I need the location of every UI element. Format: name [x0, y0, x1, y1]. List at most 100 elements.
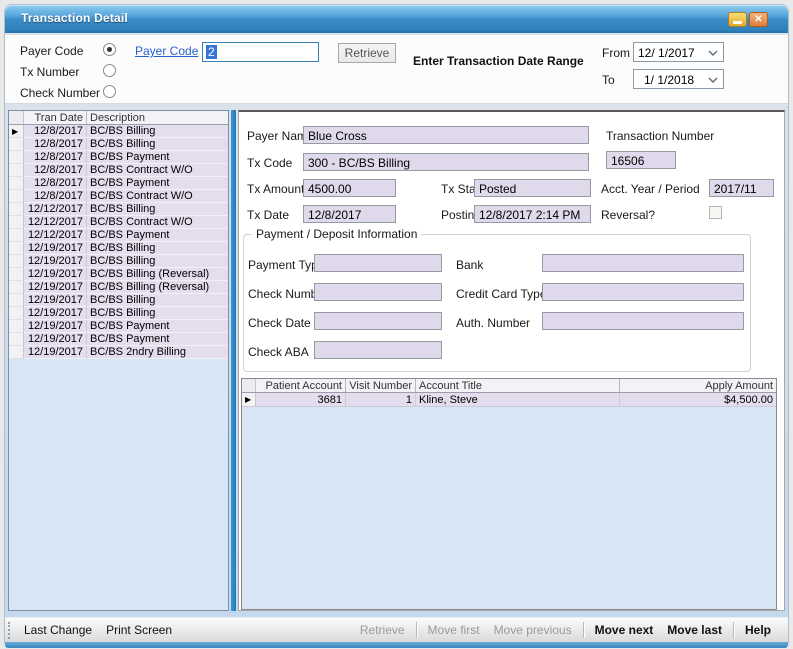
tran-date-cell: 12/8/2017 [24, 164, 87, 177]
move-first-toolbar-button[interactable]: Move first [421, 620, 487, 640]
tran-date-cell: 12/19/2017 [24, 294, 87, 307]
patient-account-column-header[interactable]: Patient Account [256, 379, 346, 392]
list-item[interactable]: ▶12/8/2017BC/BS Billing [9, 125, 228, 138]
tran-date-cell: 12/12/2017 [24, 229, 87, 242]
list-item[interactable]: 12/8/2017BC/BS Payment [9, 177, 228, 190]
apply-amount-cell: $4,500.00 [620, 393, 776, 406]
apply-amount-column-header[interactable]: Apply Amount [620, 379, 776, 392]
last-change-toolbar-button[interactable]: Last Change [17, 620, 99, 640]
from-label: From [602, 46, 630, 60]
list-item[interactable]: 12/19/2017BC/BS Billing (Reversal) [9, 281, 228, 294]
list-item[interactable]: 12/19/2017BC/BS Billing [9, 307, 228, 320]
payer-code-input-value: 2 [206, 45, 217, 59]
tran-date-cell: 12/8/2017 [24, 190, 87, 203]
to-label: To [602, 73, 615, 87]
table-row[interactable]: ▶36811Kline, Steve$4,500.00 [242, 393, 776, 407]
payment-right-2-field [542, 312, 744, 330]
minimize-button[interactable] [728, 12, 747, 27]
transaction-list-header: Tran Date Description [9, 111, 228, 125]
list-item[interactable]: 12/19/2017BC/BS 2ndry Billing [9, 346, 228, 359]
payment-right-1-label: Credit Card Type [456, 287, 547, 301]
payment-right-2-label: Auth. Number [456, 316, 530, 330]
row-header-cell [9, 346, 24, 359]
description-cell: BC/BS Billing [87, 255, 228, 268]
payment-right-0-field [542, 254, 744, 272]
visit-number-cell: 1 [346, 393, 416, 406]
list-item[interactable]: 12/12/2017BC/BS Billing [9, 203, 228, 216]
help-toolbar-button[interactable]: Help [738, 620, 778, 640]
acct-year-period-field: 2017/11 [709, 179, 774, 197]
acct-year-period-label: Acct. Year / Period [601, 182, 700, 196]
row-header-cell [9, 242, 24, 255]
list-item[interactable]: 12/19/2017BC/BS Payment [9, 320, 228, 333]
transaction-detail-window: Transaction Detail ✕ Payer CodeTx Number… [0, 0, 793, 649]
radio-dot-icon [107, 47, 112, 52]
toolbar-grip-icon[interactable] [8, 622, 11, 639]
description-cell: BC/BS Payment [87, 229, 228, 242]
titlebar[interactable]: Transaction Detail [5, 5, 788, 33]
list-item[interactable]: 12/8/2017BC/BS Contract W/O [9, 190, 228, 203]
description-cell: BC/BS 2ndry Billing [87, 346, 228, 359]
move-last-toolbar-button[interactable]: Move last [660, 620, 729, 640]
from-date-dropdown[interactable]: 12/ 1/2017 [633, 42, 724, 62]
tran-date-cell: 12/19/2017 [24, 333, 87, 346]
list-item[interactable]: 12/19/2017BC/BS Billing (Reversal) [9, 268, 228, 281]
tran-date-cell: 12/19/2017 [24, 242, 87, 255]
tran-date-cell: 12/8/2017 [24, 151, 87, 164]
row-header-cell [9, 281, 24, 294]
row-header-cell: ▶ [242, 393, 256, 406]
close-button[interactable]: ✕ [749, 12, 768, 27]
selected-row-arrow-icon: ▶ [12, 125, 18, 138]
radio-button-payer-code[interactable] [103, 43, 116, 56]
radio-button-tx-number[interactable] [103, 64, 116, 77]
payment-left-2-field [314, 312, 442, 330]
list-item[interactable]: 12/12/2017BC/BS Contract W/O [9, 216, 228, 229]
list-item[interactable]: 12/19/2017BC/BS Billing [9, 242, 228, 255]
print-screen-toolbar-button[interactable]: Print Screen [99, 620, 179, 640]
payment-deposit-groupbox: Payment / Deposit Information Payment Ty… [243, 234, 751, 372]
retrieve-toolbar-button[interactable]: Retrieve [353, 620, 412, 640]
window-title: Transaction Detail [21, 11, 128, 25]
tran-date-cell: 12/19/2017 [24, 281, 87, 294]
list-item[interactable]: 12/19/2017BC/BS Billing [9, 255, 228, 268]
description-column-header[interactable]: Description [87, 111, 228, 124]
transaction-number-label: Transaction Number [606, 129, 714, 143]
tran-date-cell: 12/12/2017 [24, 216, 87, 229]
list-item[interactable]: 12/8/2017BC/BS Payment [9, 151, 228, 164]
list-item[interactable]: 12/12/2017BC/BS Payment [9, 229, 228, 242]
move-next-toolbar-button[interactable]: Move next [588, 620, 661, 640]
tx-status-field: Posted [474, 179, 591, 197]
tran-date-cell: 12/19/2017 [24, 346, 87, 359]
list-item[interactable]: 12/8/2017BC/BS Contract W/O [9, 164, 228, 177]
retrieve-button[interactable]: Retrieve [338, 43, 396, 63]
visit-number-column-header[interactable]: Visit Number [346, 379, 416, 392]
row-header-cell [9, 177, 24, 190]
toolbar-separator [416, 622, 417, 638]
tran-date-cell: 12/8/2017 [24, 125, 87, 138]
list-item[interactable]: 12/19/2017BC/BS Payment [9, 333, 228, 346]
account-title-cell: Kline, Steve [416, 393, 620, 406]
payment-left-0-field [314, 254, 442, 272]
splitter-handle[interactable] [231, 110, 236, 611]
patient-account-cell: 3681 [256, 393, 346, 406]
tran-date-column-header[interactable]: Tran Date [24, 111, 87, 124]
radio-button-check-number[interactable] [103, 85, 116, 98]
payment-right-0-label: Bank [456, 258, 483, 272]
row-header-cell [9, 216, 24, 229]
transaction-list: Tran Date Description ▶12/8/2017BC/BS Bi… [8, 110, 229, 611]
payer-code-link[interactable]: Payer Code [135, 44, 198, 58]
detail-panel: Payer Name Blue Cross Transaction Number… [238, 110, 785, 611]
apply-table-rows: ▶36811Kline, Steve$4,500.00 [242, 393, 776, 407]
move-previous-toolbar-button[interactable]: Move previous [487, 620, 579, 640]
description-cell: BC/BS Billing [87, 294, 228, 307]
payer-code-input[interactable]: 2 [202, 42, 319, 62]
account-title-column-header[interactable]: Account Title [416, 379, 620, 392]
to-date-dropdown[interactable]: 1/ 1/2018 [633, 69, 724, 89]
row-header-cell [9, 229, 24, 242]
list-item[interactable]: 12/8/2017BC/BS Billing [9, 138, 228, 151]
list-item[interactable]: 12/19/2017BC/BS Billing [9, 294, 228, 307]
tran-date-cell: 12/8/2017 [24, 177, 87, 190]
close-icon: ✕ [754, 15, 762, 25]
reversal-checkbox[interactable] [709, 206, 722, 219]
window-bottom-edge [5, 642, 788, 648]
